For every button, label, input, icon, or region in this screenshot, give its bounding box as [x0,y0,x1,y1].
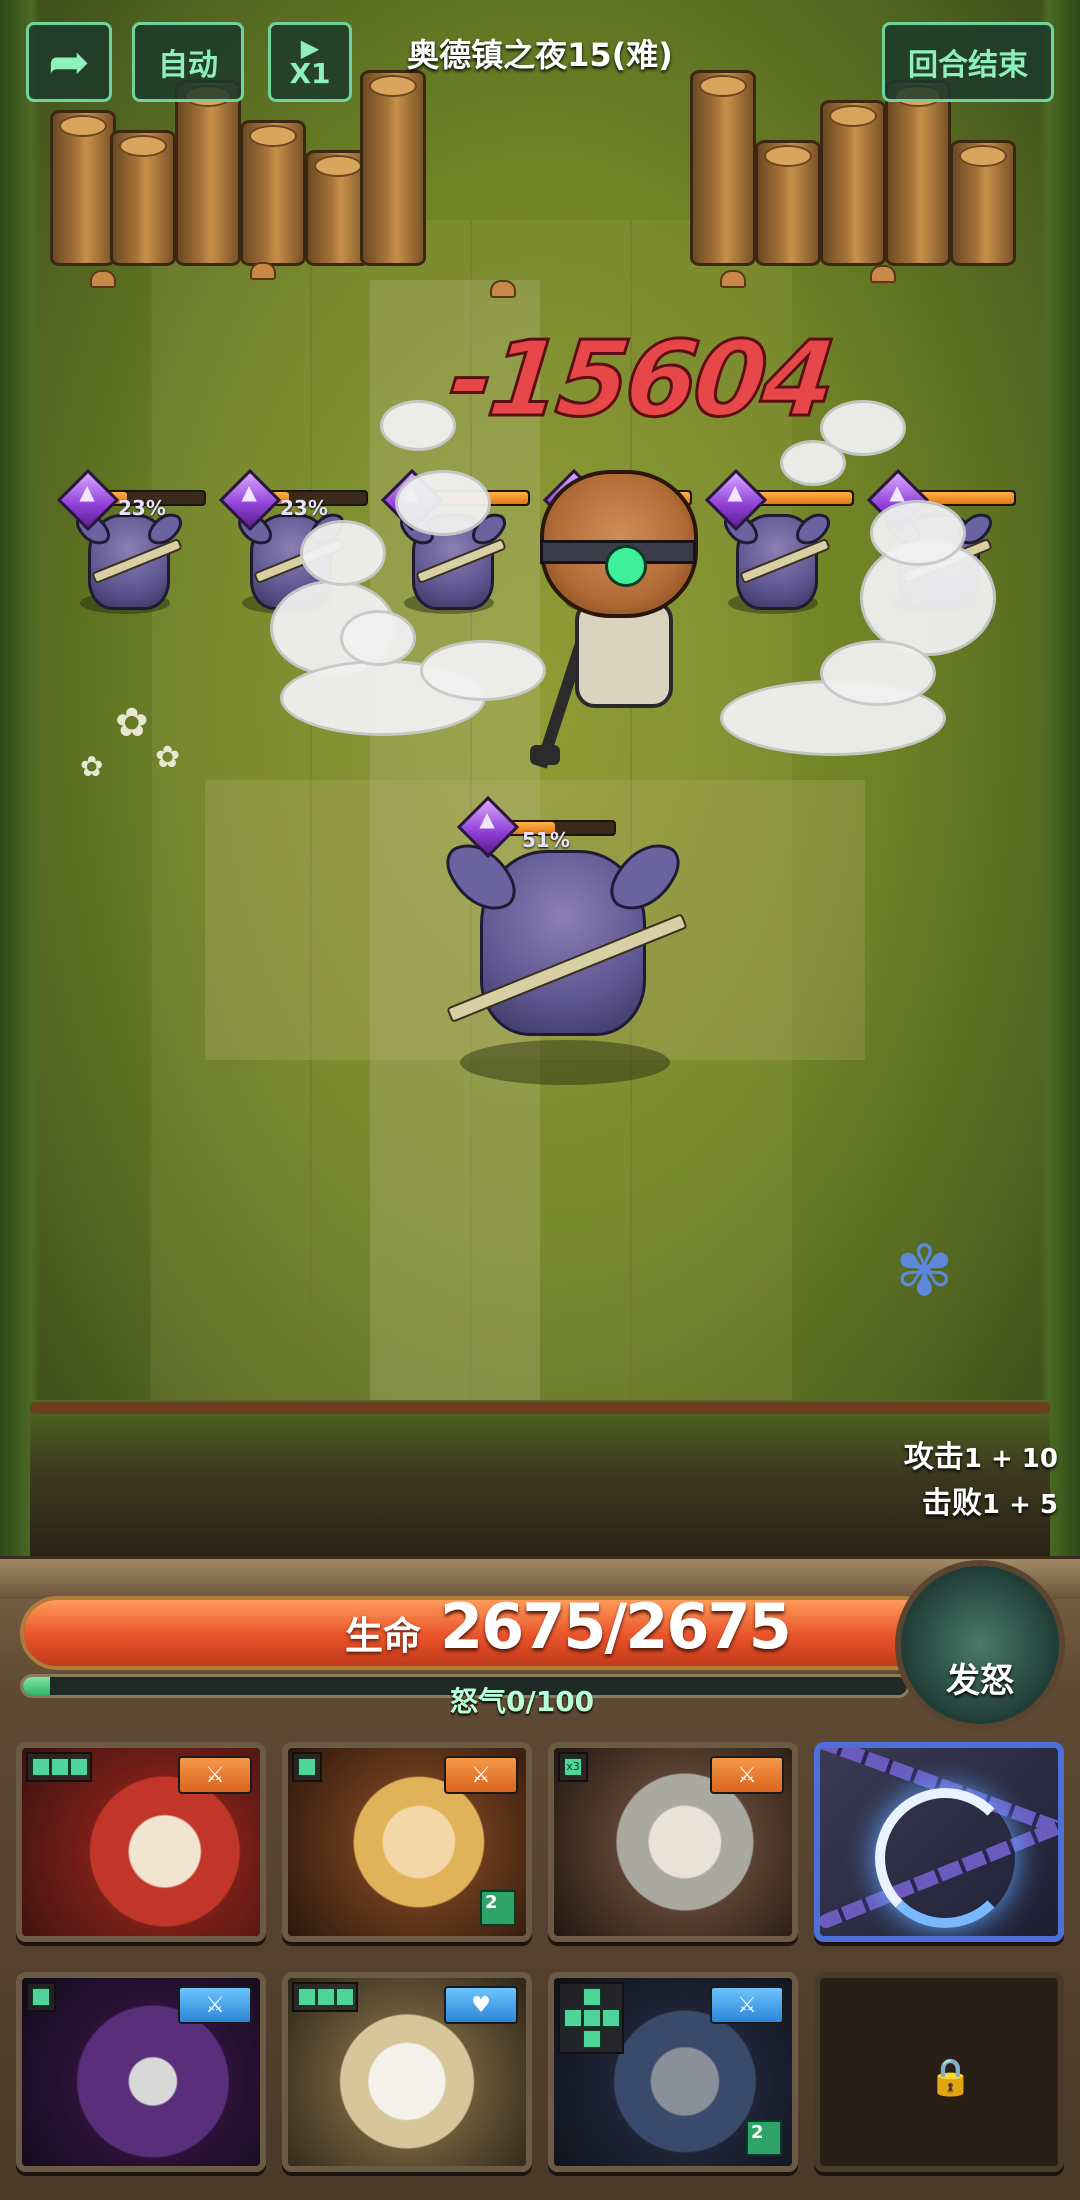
auto-label: 自动 [158,48,218,83]
bottom-wall [30,1400,1050,1560]
locked-card[interactable]: 🔒 [814,1972,1064,2172]
flower-icon: ✿ [155,740,181,775]
damage-number: -15604 [442,317,839,442]
hero-card-3[interactable]: x3 ⚔ [548,1742,798,1942]
life-label: 生命 [345,1614,422,1658]
sword-icon: ⚔ [710,1756,784,1794]
chain-skill-card[interactable] [814,1742,1064,1942]
flower-icon: ✿ [115,700,149,746]
formation-pattern-icon [26,1982,56,2012]
mushroom-icon [90,270,116,288]
hero-card-1[interactable]: ⚔ [16,1742,266,1942]
defeat-stat: 击败1 + 5 [922,1478,1058,1522]
swirl-icon [875,1788,1015,1928]
forest-edge-right [1040,0,1080,1560]
hero-card-5[interactable]: ⚔ [16,1972,266,2172]
battlefield: ✿ ✿ ✿ ✾ [0,0,1080,1560]
formation-pattern-icon [26,1752,92,1782]
wall-edge [30,1402,1050,1414]
sword-icon: ⚔ [710,1986,784,2024]
enemy-hp-percent: 23% [118,496,166,520]
mushroom-icon [870,265,896,283]
rage-button[interactable]: 发怒 [895,1560,1065,1730]
speed-label: X1 [289,57,331,90]
attack-label: 攻击 [903,1440,964,1475]
formation-pattern-icon [558,1982,624,2054]
stage-title: 奥德镇之夜15(难) [407,36,673,74]
formation-pattern-icon [292,1752,322,1782]
mushroom-icon [720,270,746,288]
heart-icon: ♥ [444,1986,518,2024]
mushroom-icon [490,280,516,298]
back-arrow-icon: ➦ [48,33,90,91]
end-turn-label: 回合结束 [908,48,1028,83]
attack-stat: 攻击1 + 10 [904,1432,1058,1476]
rage-button-label: 发怒 [946,1661,1014,1701]
hero-gem-icon [605,545,647,587]
defeat-value: 1 + 5 [981,1490,1058,1520]
enemy-hp-percent: 23% [280,496,328,520]
sword-icon: ⚔ [444,1756,518,1794]
sword-icon: ⚔ [178,1756,252,1794]
flower-icon: ✿ [80,750,104,783]
formation-pattern-icon [292,1982,358,2012]
forest-edge-left [0,0,40,1560]
hero-card-6[interactable]: ♥ [282,1972,532,2172]
end-turn-button[interactable]: 回合结束 [882,22,1054,102]
attack-value: 1 + 10 [963,1444,1058,1474]
hero-card-2[interactable]: ⚔ 2 [282,1742,532,1942]
sword-icon: ⚔ [178,1986,252,2024]
level-badge: 2 [480,1890,516,1926]
auto-button[interactable]: 自动 [132,22,244,102]
back-button[interactable]: ➦ [26,22,112,102]
mushroom-icon [250,262,276,280]
level-badge: 2 [746,2120,782,2156]
formation-pattern-icon: x3 [558,1752,588,1782]
lock-icon: 🔒 [928,2057,973,2098]
blue-flower-icon: ✾ [895,1230,954,1312]
front-enemy[interactable] [420,810,700,1090]
rage-label: 怒气0/100 [450,1685,595,1718]
defeat-label: 击败 [921,1486,982,1521]
front-enemy-hp-percent: 51% [522,828,570,852]
hero-card-7[interactable]: ⚔ 2 [548,1972,798,2172]
life-value: 2675/2675 [440,1590,792,1663]
